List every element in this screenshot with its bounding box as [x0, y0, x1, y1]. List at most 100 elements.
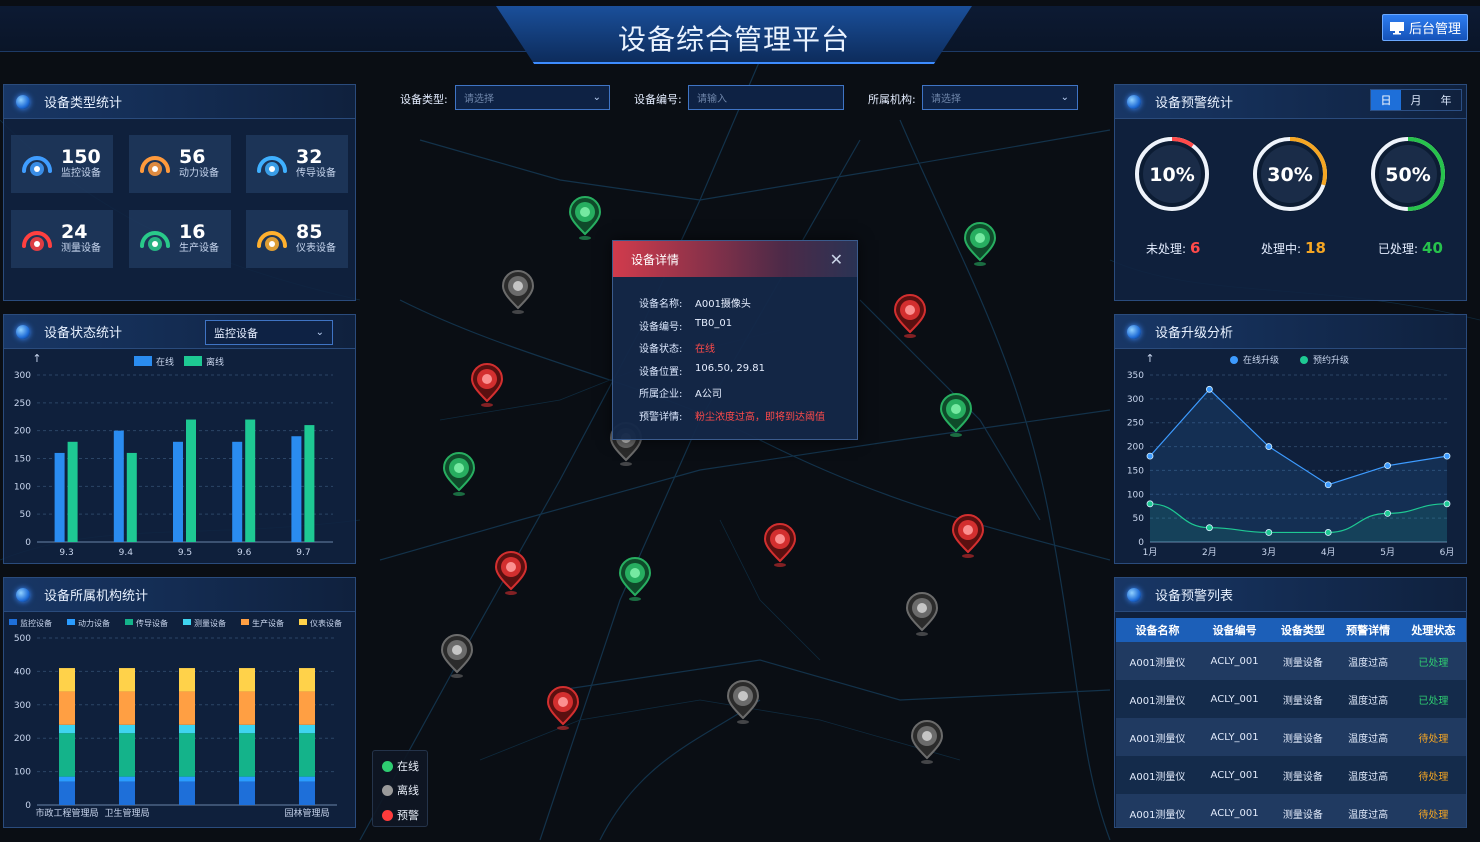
- dashboard: 设备综合管理平台 后台管理 设备类型: 请选择 ⌄ 设备编号: 请输入 所属机构:…: [0, 0, 1480, 842]
- table-row[interactable]: A001测量仪 ACLY_001 测量设备 温度过高 已处理: [1116, 680, 1466, 718]
- device-code-input[interactable]: 请输入: [688, 85, 844, 110]
- bar-segment: [179, 733, 195, 777]
- legend-label: 离线: [397, 784, 419, 797]
- gauge-percent: 10%: [1149, 164, 1194, 186]
- map-pin-online[interactable]: [617, 557, 653, 603]
- map-pin-offline[interactable]: [725, 680, 761, 726]
- gauge-label-unhandled: 未处理: 6: [1146, 239, 1200, 257]
- x-tick-label: 3月: [1261, 547, 1276, 558]
- column-header: 设备编号: [1198, 618, 1271, 642]
- device-type-text: 16 生产设备: [179, 222, 219, 256]
- table-row[interactable]: A001测量仪 ACLY_001 测量设备 温度过高 待处理: [1116, 794, 1466, 828]
- map-pin-offline[interactable]: [909, 720, 945, 766]
- table-row[interactable]: A001测量仪 ACLY_001 测量设备 温度过高 待处理: [1116, 718, 1466, 756]
- gauge-count: 6: [1190, 239, 1201, 257]
- map-pin-online[interactable]: [567, 196, 603, 242]
- legend-swatch: [241, 619, 249, 625]
- popup-value: TB0_01: [695, 317, 733, 329]
- bar: [304, 425, 315, 542]
- bar-segment: [119, 691, 135, 725]
- device-type-text: 32 传导设备: [296, 147, 336, 181]
- close-icon[interactable]: ✕: [830, 250, 843, 269]
- map-pin-alarm[interactable]: [892, 294, 928, 340]
- legend-dot: [1300, 356, 1308, 364]
- map-pin-icon: [951, 514, 985, 558]
- production-icon: [137, 221, 173, 257]
- alarm-table-viewport[interactable]: 设备名称 设备编号 设备类型 预警详情 处理状态 A001测量仪 ACLY_001…: [1114, 614, 1467, 828]
- popup-row: 设备状态: 在线: [639, 340, 715, 355]
- map-pin-alarm[interactable]: [762, 523, 798, 569]
- map-pin-alarm[interactable]: [469, 363, 505, 409]
- map-legend: 在线 离线 预警: [372, 750, 428, 827]
- bar-segment: [299, 724, 315, 734]
- popup-key: 所属企业:: [639, 389, 683, 401]
- legend-swatch: [299, 619, 307, 625]
- y-tick-label: 200: [14, 427, 31, 437]
- popup-row: 设备位置: 106.50, 29.81: [639, 363, 765, 378]
- column-header: 设备名称: [1116, 618, 1199, 642]
- map-pin-online[interactable]: [962, 222, 998, 268]
- panel-orb-icon: [16, 324, 30, 339]
- tab-day[interactable]: 日: [1371, 90, 1401, 110]
- table-cell-name: A001测量仪: [1116, 794, 1199, 828]
- org-select[interactable]: 请选择 ⌄: [922, 85, 1078, 110]
- map-pin-alarm[interactable]: [493, 551, 529, 597]
- device-type-card[interactable]: 32 传导设备: [246, 135, 348, 193]
- bar-segment: [179, 781, 195, 805]
- map-pin-alarm[interactable]: [950, 514, 986, 560]
- legend-dot-online: [382, 760, 393, 772]
- data-point: [1146, 452, 1154, 460]
- device-type-card[interactable]: 16 生产设备: [129, 210, 231, 268]
- gauge-percent: 50%: [1385, 164, 1430, 186]
- y-tick-label: 150: [1127, 466, 1144, 476]
- tab-month[interactable]: 月: [1401, 90, 1431, 110]
- legend-swatch: [183, 619, 191, 625]
- legend-label: 生产设备: [252, 618, 284, 628]
- device-type-card[interactable]: 85 仪表设备: [246, 210, 348, 268]
- map-pin-alarm[interactable]: [545, 686, 581, 732]
- map-pin-icon: [618, 557, 652, 601]
- device-type-card[interactable]: 56 动力设备: [129, 135, 231, 193]
- table-row[interactable]: A001测量仪 ACLY_001 测量设备 温度过高 待处理: [1116, 756, 1466, 794]
- map-pin-offline[interactable]: [439, 634, 475, 680]
- map-pin-icon: [494, 551, 528, 595]
- gauge-label-text: 已处理:: [1378, 242, 1419, 256]
- map-pin-online[interactable]: [441, 452, 477, 498]
- status-bar-chart: ↑ 0 50 100 150 200 250 300 9.3 9.4 9.5 9.6 9.7 在线 离线: [14, 352, 333, 558]
- device-category-select[interactable]: 监控设备 ⌄: [205, 320, 333, 345]
- device-type-select[interactable]: 请选择 ⌄: [455, 85, 610, 110]
- data-point: [1146, 500, 1154, 508]
- legend-swatch: [9, 619, 17, 625]
- device-type-card[interactable]: 24 测量设备: [11, 210, 113, 268]
- table-cell-detail: 温度过高: [1335, 680, 1401, 718]
- map-pin-icon: [905, 592, 939, 636]
- popup-header: 设备详情 ✕: [613, 241, 857, 277]
- admin-button[interactable]: 后台管理: [1382, 14, 1468, 41]
- bar-segment: [299, 733, 315, 777]
- x-tick-label: 9.4: [119, 548, 134, 558]
- bar: [291, 436, 302, 542]
- panel-orb-icon: [16, 587, 30, 602]
- bar-segment: [239, 733, 255, 777]
- map-pin-offline[interactable]: [500, 270, 536, 316]
- legend-label: 在线: [397, 760, 419, 773]
- x-tick-label: 1月: [1143, 547, 1158, 558]
- legend-label: 预警: [397, 809, 419, 822]
- device-type-card[interactable]: 150 监控设备: [11, 135, 113, 193]
- y-tick-label: 300: [14, 371, 31, 381]
- table-cell-type: 测量设备: [1270, 680, 1336, 718]
- map-pin-online[interactable]: [938, 393, 974, 439]
- legend-swatch: [125, 619, 133, 625]
- legend-dot-alarm: [382, 809, 393, 821]
- y-tick-label: 50: [20, 510, 32, 520]
- legend-swatch: [134, 356, 152, 366]
- map-pin-icon: [501, 270, 535, 314]
- map-pin-offline[interactable]: [904, 592, 940, 638]
- monitor-screen-icon: [1389, 21, 1404, 34]
- bar-segment: [119, 668, 135, 692]
- gauge-label-text: 未处理:: [1146, 242, 1187, 256]
- map-pin-icon: [726, 680, 760, 724]
- map-pin-icon: [470, 363, 504, 407]
- tab-year[interactable]: 年: [1431, 90, 1461, 110]
- table-row[interactable]: A001测量仪 ACLY_001 测量设备 温度过高 已处理: [1116, 642, 1466, 680]
